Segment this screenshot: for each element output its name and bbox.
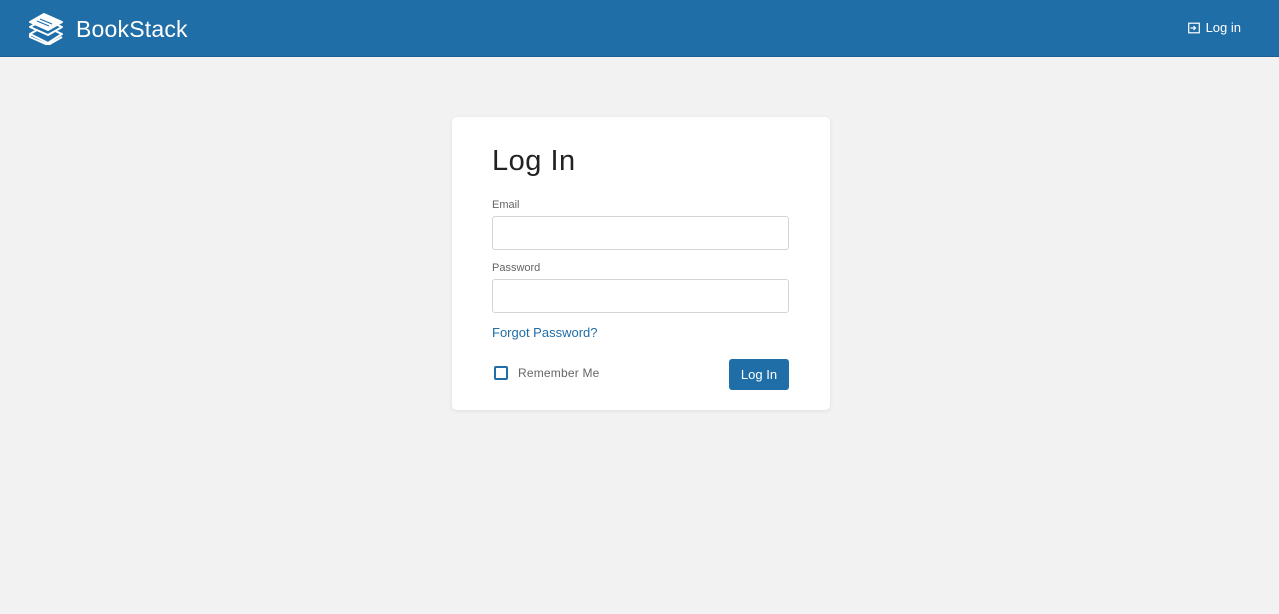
- password-field[interactable]: [492, 279, 789, 313]
- email-field[interactable]: [492, 216, 789, 250]
- bookstack-logo-icon: [29, 13, 63, 45]
- remember-me-label: Remember Me: [518, 366, 600, 380]
- remember-me-checkbox[interactable]: [494, 366, 508, 380]
- login-icon: [1187, 22, 1200, 33]
- app-name: BookStack: [76, 15, 188, 42]
- login-card: Log In Email Password Forgot Password? R…: [452, 117, 830, 410]
- header-login-link[interactable]: Log in: [1187, 20, 1241, 35]
- header-login-label: Log in: [1205, 20, 1241, 35]
- login-button[interactable]: Log In: [729, 359, 789, 390]
- email-label: Email: [492, 199, 520, 211]
- page-title: Log In: [492, 145, 576, 177]
- remember-me-toggle[interactable]: Remember Me: [494, 366, 600, 380]
- app-logo[interactable]: BookStack: [28, 13, 188, 45]
- password-label: Password: [492, 262, 541, 274]
- top-header: BookStack Log in: [0, 0, 1279, 57]
- forgot-password-link[interactable]: Forgot Password?: [492, 325, 598, 340]
